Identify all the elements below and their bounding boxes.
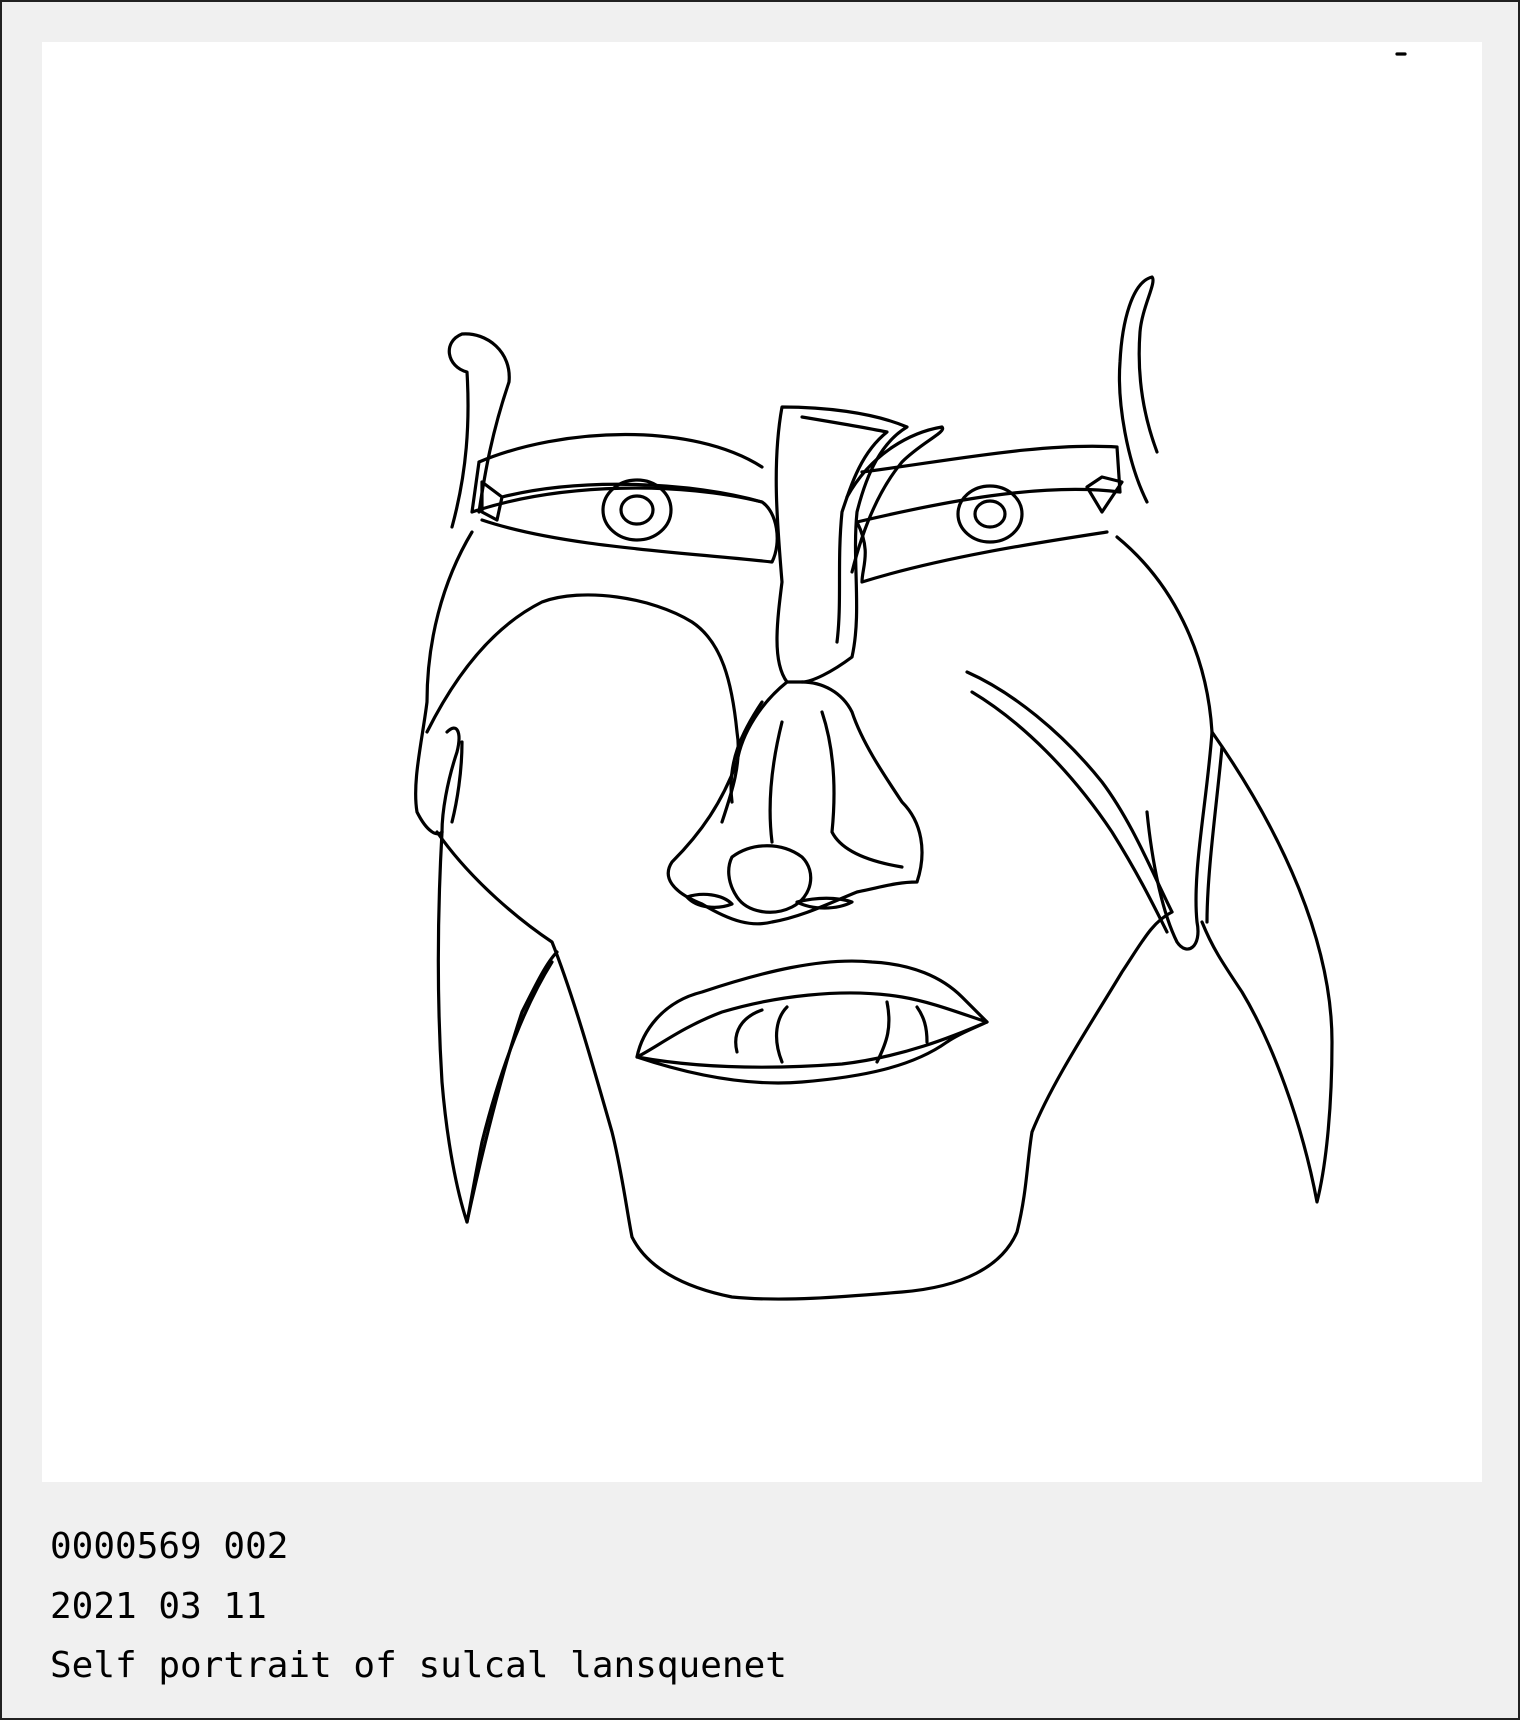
artwork-title: Self portrait of sulcal lansquenet [50, 1645, 787, 1686]
right-horn [1117, 275, 1159, 504]
brow-strap-right [855, 444, 1122, 524]
right-eye-band [855, 520, 1109, 584]
left-eye-inner [619, 494, 655, 526]
nostril-left [685, 892, 734, 909]
brow-strap-right-buckle [1085, 475, 1124, 514]
left-ear-fin-inner [465, 960, 554, 1224]
date-line: 2021 03 11 [50, 1586, 267, 1627]
cheek-left [425, 593, 740, 824]
face-left-contour [414, 530, 474, 836]
nose [666, 680, 924, 926]
brow-strap-left-buckle [480, 480, 504, 522]
lower-lip [635, 1020, 989, 1085]
portrait-drawing [414, 52, 1407, 1301]
right-eye-inner [973, 499, 1007, 529]
artwork-frame [42, 42, 1482, 1482]
brow-strap-left [470, 432, 764, 514]
nose-bridge-inner [800, 415, 889, 644]
portrait-card: 0000569 002 2021 03 11 Self portrait of … [0, 0, 1520, 1720]
nose-side-left [729, 700, 784, 844]
right-ear-fin [1115, 535, 1214, 951]
cheek-left-strap [440, 726, 464, 834]
nostril-right [795, 896, 854, 910]
catalog-number: 0000569 002 [50, 1526, 289, 1567]
left-ear-fin [436, 830, 559, 1224]
right-ear-fin-blade [1200, 730, 1334, 1204]
cheek-right-crease [965, 670, 1174, 934]
